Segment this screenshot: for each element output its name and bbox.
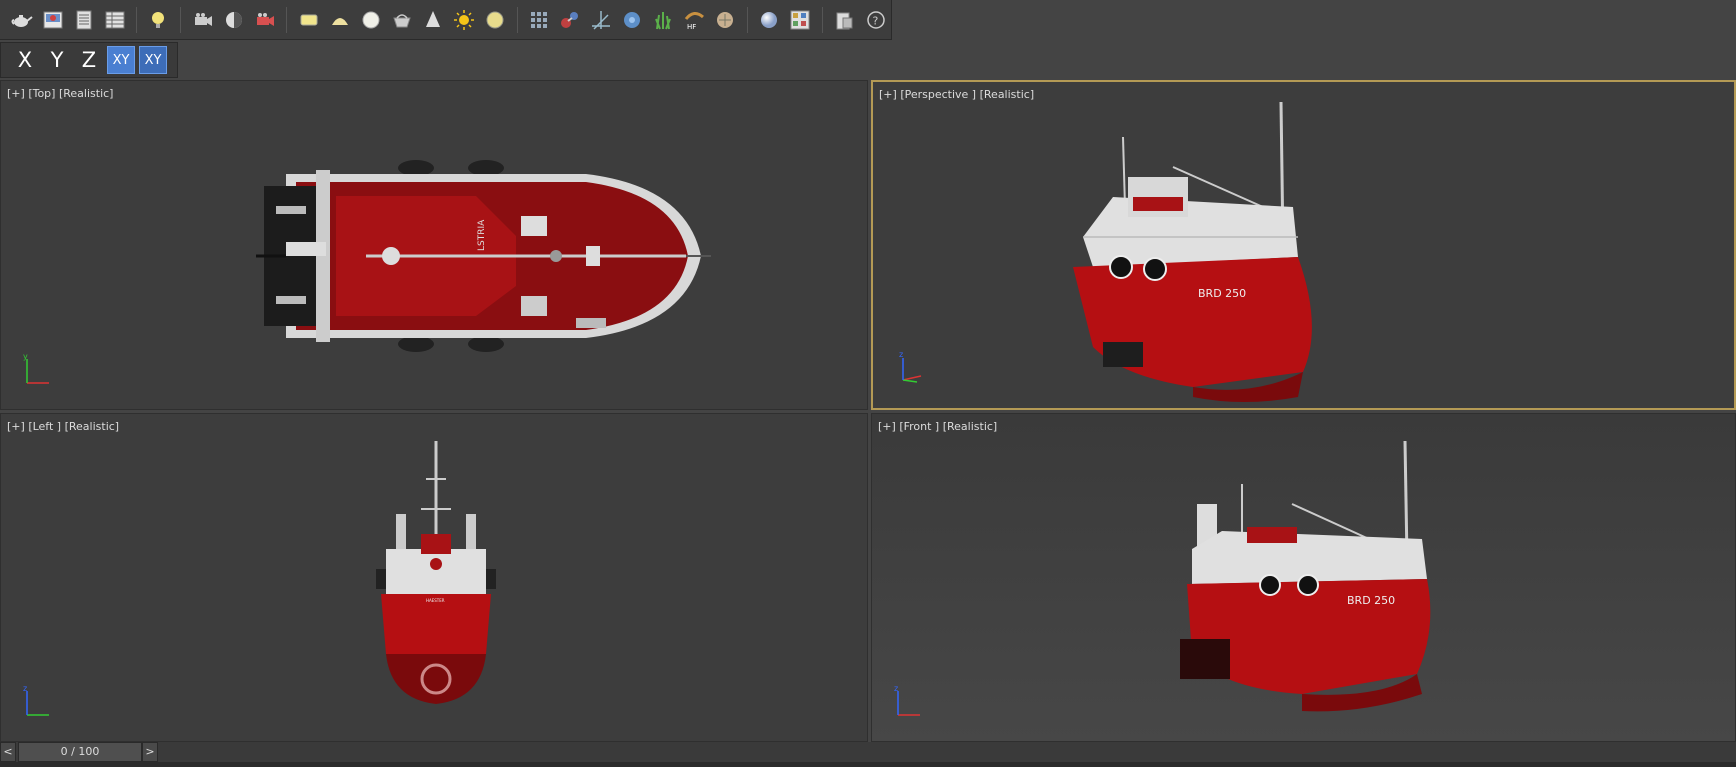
viewport-front-label: [+] [Front ] [Realistic]: [878, 420, 997, 433]
camera-icon[interactable]: [190, 7, 215, 33]
fiber-icon[interactable]: [713, 7, 738, 33]
grass-icon[interactable]: [651, 7, 676, 33]
cone-icon[interactable]: [420, 7, 445, 33]
svg-text:z: z: [899, 350, 903, 359]
clipboard-icon[interactable]: [832, 7, 857, 33]
sphere-icon[interactable]: [358, 7, 383, 33]
sun-icon[interactable]: [452, 7, 477, 33]
toolbar-separator: [516, 6, 518, 33]
material-sphere-icon[interactable]: [757, 7, 782, 33]
svg-text:z: z: [894, 684, 898, 693]
grid-icon[interactable]: [527, 7, 552, 33]
viewport-shading-menu[interactable]: [Realistic]: [980, 88, 1035, 101]
boat-model-left: HAESTER: [376, 441, 496, 704]
rendered-frame-icon[interactable]: [71, 7, 96, 33]
viewport-top[interactable]: [+] [Top] [Realistic] LSTRIA y: [0, 80, 868, 410]
axis-constraints-toolbar: X Y Z XY XY: [0, 42, 178, 78]
plane-icon[interactable]: [296, 7, 321, 33]
boat-model-perspective: BRD 250: [1073, 101, 1312, 402]
toolbar-separator: [136, 6, 138, 33]
axis-gizmo: y: [23, 352, 49, 384]
axis-gizmo: z: [894, 684, 920, 716]
viewport-menu-plus[interactable]: [+]: [878, 420, 896, 433]
viewport-left[interactable]: [+] [Left ] [Realistic] HAESTER z: [0, 413, 868, 742]
boat-model-top: LSTRIA: [256, 160, 711, 352]
viewport-menu-plus[interactable]: [+]: [879, 88, 897, 101]
axis-y-button[interactable]: Y: [43, 46, 71, 74]
hair-fur-icon[interactable]: HF: [682, 7, 707, 33]
previous-frame-button[interactable]: <: [0, 742, 16, 762]
axis-gizmo: z: [23, 684, 49, 716]
help-icon[interactable]: ?: [863, 7, 888, 33]
axis-gizmo: z: [899, 350, 922, 383]
viewport-view-menu[interactable]: [Perspective ]: [900, 88, 976, 101]
light-icon[interactable]: [146, 7, 171, 33]
render-table-icon[interactable]: [102, 7, 127, 33]
axis-z-button[interactable]: Z: [75, 46, 103, 74]
main-toolbar: HF ?: [0, 0, 892, 40]
time-slider[interactable]: 0 / 100: [18, 742, 142, 762]
viewport-view-menu[interactable]: [Front ]: [899, 420, 939, 433]
basket-icon[interactable]: [389, 7, 414, 33]
toolbar-separator: [180, 6, 182, 33]
viewport-shading-menu[interactable]: [Realistic]: [943, 420, 998, 433]
axis-xy-snap-label: XY: [144, 52, 162, 68]
viewport-menu-plus[interactable]: [+]: [7, 87, 25, 100]
viewport-shading-menu[interactable]: [Realistic]: [59, 87, 114, 100]
deck-text: LSTRIA: [477, 219, 487, 251]
next-frame-button[interactable]: >: [142, 742, 158, 762]
toolbar-separator: [746, 6, 748, 33]
viewport-front[interactable]: [+] [Front ] [Realistic] BRD 250 z: [871, 413, 1736, 742]
axis-xy-button[interactable]: XY: [107, 46, 135, 74]
svg-text:?: ?: [872, 14, 878, 27]
disc-icon[interactable]: [483, 7, 508, 33]
stern-text: HAESTER: [426, 598, 445, 603]
axis-x-button[interactable]: X: [11, 46, 39, 74]
registration-text: BRD 250: [1347, 594, 1395, 607]
helper-icon[interactable]: [221, 7, 246, 33]
material-editor-icon[interactable]: [788, 7, 813, 33]
viewport-left-label: [+] [Left ] [Realistic]: [7, 420, 119, 433]
svg-text:z: z: [23, 684, 27, 693]
svg-text:HF: HF: [687, 23, 696, 31]
render-setup-icon[interactable]: [40, 7, 65, 33]
viewport-shading-menu[interactable]: [Realistic]: [65, 420, 120, 433]
viewport-perspective[interactable]: [+] [Perspective ] [Realistic] BRD 250 z: [871, 80, 1736, 410]
viewport-menu-plus[interactable]: [+]: [7, 420, 25, 433]
dome-icon[interactable]: [327, 7, 352, 33]
viewport-view-menu[interactable]: [Top]: [28, 87, 55, 100]
teapot-icon[interactable]: [9, 7, 34, 33]
registration-text: BRD 250: [1198, 287, 1246, 300]
molecule-icon[interactable]: [558, 7, 583, 33]
toolbar-separator: [821, 6, 823, 33]
axis-xy-snap-button[interactable]: XY: [139, 46, 167, 74]
camera-rig-icon[interactable]: [252, 7, 277, 33]
viewport-view-menu[interactable]: [Left ]: [28, 420, 61, 433]
toolbar-separator: [286, 6, 288, 33]
timeline-track[interactable]: [0, 762, 1736, 767]
gear-flower-icon[interactable]: [620, 7, 645, 33]
compass-icon[interactable]: [589, 7, 614, 33]
svg-text:y: y: [23, 352, 28, 361]
boat-model-front: BRD 250: [1180, 440, 1431, 712]
viewport-perspective-label: [+] [Perspective ] [Realistic]: [879, 88, 1034, 101]
timeline-bar: < 0 / 100 >: [0, 742, 1736, 762]
viewport-top-label: [+] [Top] [Realistic]: [7, 87, 113, 100]
